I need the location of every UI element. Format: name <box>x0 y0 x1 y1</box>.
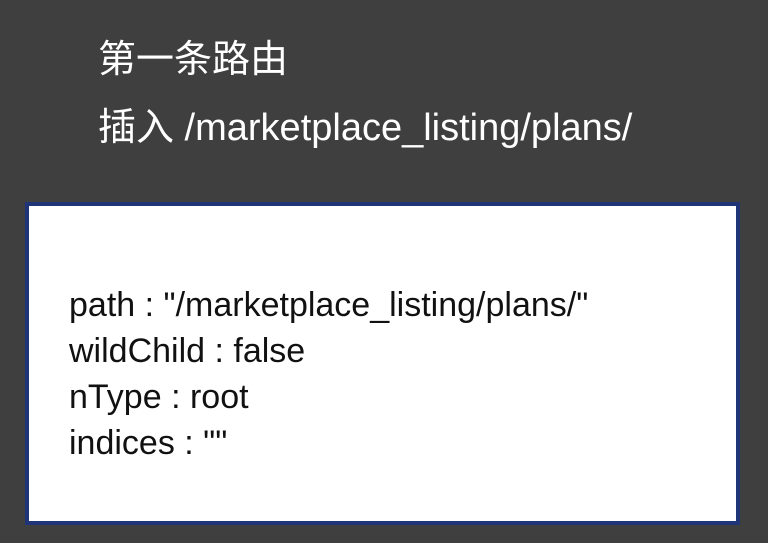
slide-subtitle: 插入 /marketplace_listing/plans/ <box>98 107 633 149</box>
node-field-list: path : "/marketplace_listing/plans/" wil… <box>69 282 588 466</box>
node-field-wildchild: wildChild : false <box>69 332 306 370</box>
node-field-path: path : "/marketplace_listing/plans/" <box>69 286 589 324</box>
route-node-box: path : "/marketplace_listing/plans/" wil… <box>25 202 740 525</box>
node-field-indices: indices : "" <box>69 424 228 462</box>
slide-title: 第一条路由 <box>98 39 289 81</box>
node-field-ntype: nType : root <box>69 378 249 416</box>
